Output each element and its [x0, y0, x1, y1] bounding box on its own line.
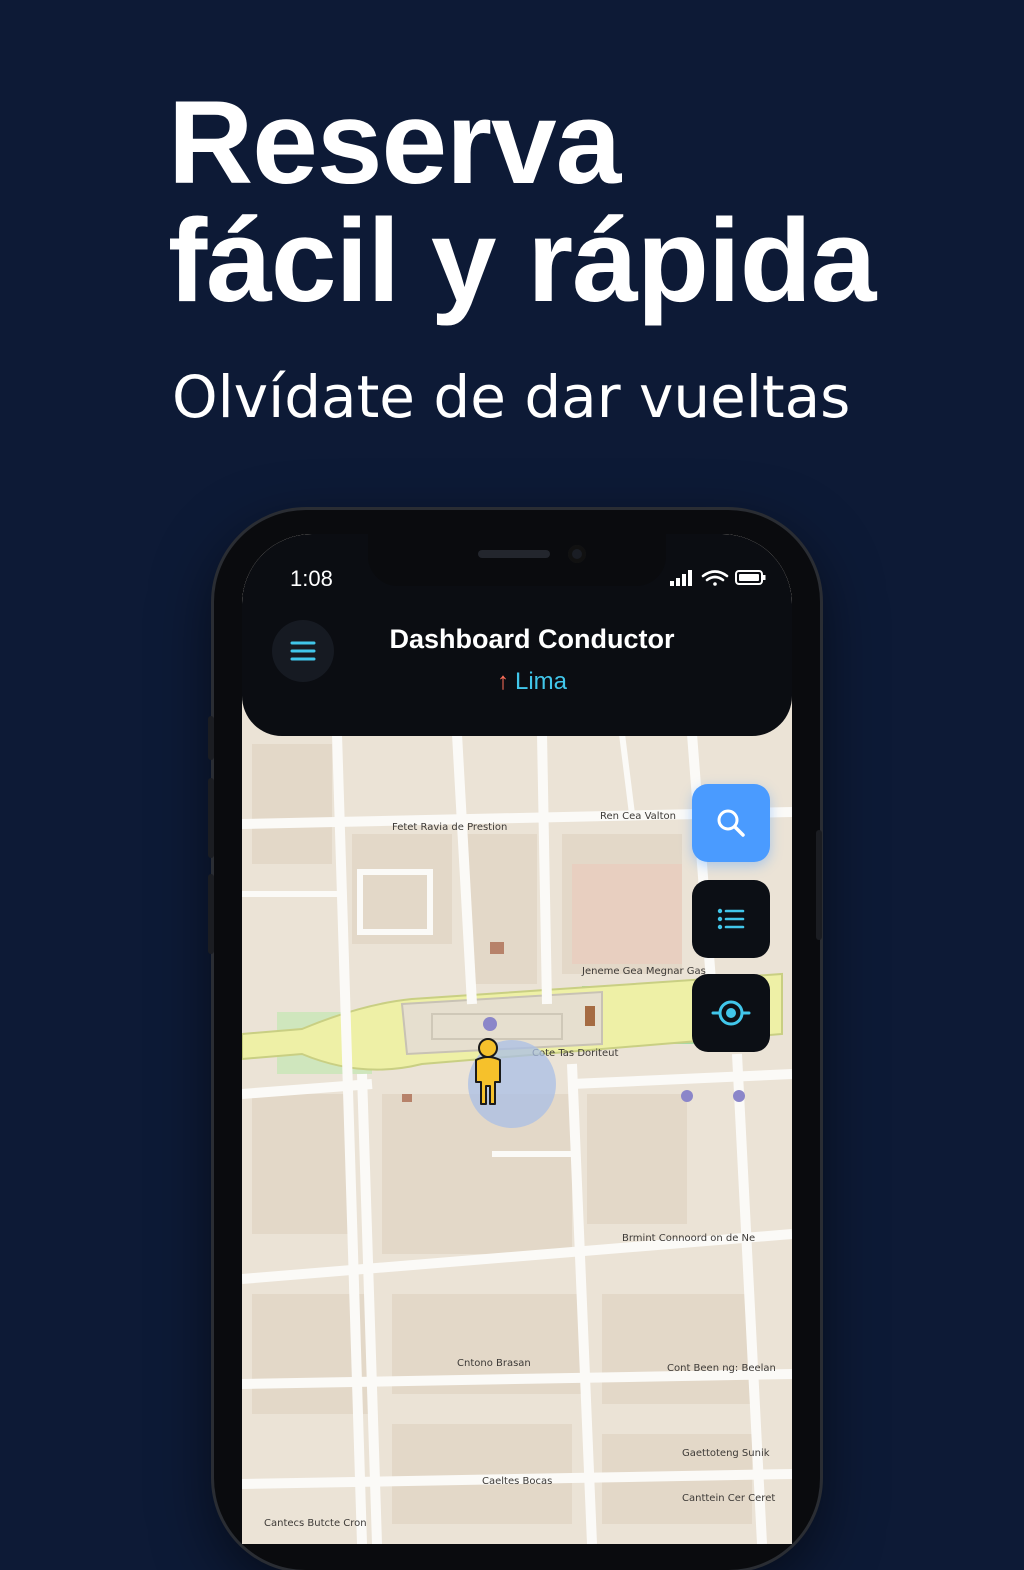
- street-label: Fetet Ravia de Prestion: [392, 822, 507, 833]
- volume-down-button: [208, 874, 214, 954]
- speaker: [478, 550, 550, 558]
- phone-screen: Fetet Ravia de Prestion Ren Cea Valton J…: [242, 534, 792, 1544]
- street-label: Cont Been ng: Beelan: [667, 1363, 776, 1374]
- front-camera: [568, 545, 586, 563]
- street-label: Canttein Cer Ceret: [682, 1493, 775, 1504]
- street-label: Cantecs Butcte Cron: [264, 1518, 367, 1529]
- list-button[interactable]: [692, 880, 770, 958]
- location-selector[interactable]: ↑ Lima: [342, 668, 722, 696]
- street-label: Jeneme Gea Megnar Gas: [581, 966, 706, 977]
- power-button: [816, 830, 822, 940]
- locate-button[interactable]: [692, 974, 770, 1052]
- search-icon: [717, 809, 745, 837]
- volume-button: [208, 716, 214, 760]
- target-icon: [711, 1000, 751, 1026]
- street-label: Caeltes Bocas: [482, 1476, 552, 1487]
- arrow-up-icon: ↑: [496, 668, 509, 695]
- street-label: Gaettoteng Sunik: [682, 1448, 770, 1459]
- hamburger-menu-icon: [290, 641, 316, 661]
- page-title: Dashboard Conductor: [389, 624, 675, 654]
- promo-subline: Olvídate de dar vueltas: [172, 363, 851, 431]
- list-icon: [717, 908, 745, 930]
- street-label: Ren Cea Valton: [600, 811, 676, 822]
- status-time: 1:08: [290, 566, 333, 591]
- signal-icon: [670, 570, 692, 586]
- volume-up-button: [208, 778, 214, 858]
- battery-icon: [735, 570, 766, 585]
- person-location-icon: [475, 1038, 501, 1105]
- search-button[interactable]: [692, 784, 770, 862]
- wifi-icon: [701, 570, 729, 586]
- menu-button[interactable]: [272, 620, 334, 682]
- street-label: Cntono Brasan: [457, 1358, 531, 1369]
- street-label: Brmint Connoord on de Ne: [622, 1233, 755, 1244]
- status-icons: [670, 570, 766, 586]
- location-label: Lima: [514, 668, 568, 695]
- app-header: 1:08 Dashboard Conductor ↑ Lima: [242, 534, 792, 736]
- promo-headline: Reserva fácil y rápida: [168, 77, 876, 327]
- notch: [368, 534, 666, 586]
